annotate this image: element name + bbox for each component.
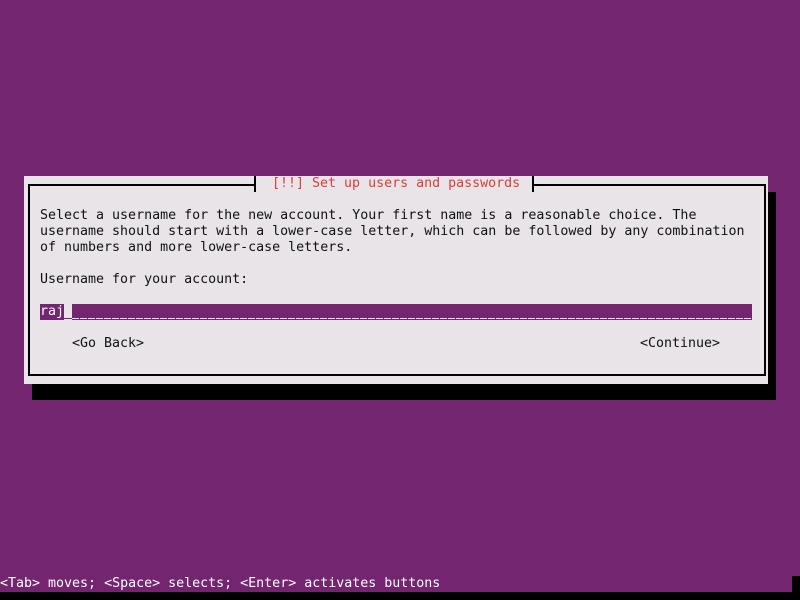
description-line-3: of numbers and more lower-case letters.: [40, 240, 353, 255]
username-input[interactable]: raj: [40, 304, 752, 320]
setup-users-dialog: [!!] Set up users and passwords Select a…: [24, 176, 768, 384]
frame-top-left: [28, 184, 256, 186]
continue-button[interactable]: <Continue>: [640, 336, 720, 352]
screen-edge: [792, 576, 800, 592]
description-line-1: Select a username for the new account. Y…: [40, 208, 697, 223]
dialog-title: [!!] Set up users and passwords: [272, 176, 521, 191]
username-value[interactable]: raj: [40, 304, 64, 320]
go-back-button[interactable]: <Go Back>: [72, 336, 144, 352]
text-cursor: [64, 304, 72, 320]
frame-title-tick-left: [254, 176, 256, 192]
screen-bottom-edge: [0, 592, 800, 600]
frame-top-right: [532, 184, 764, 186]
username-label: Username for your account:: [40, 272, 249, 287]
description-line-2: username should start with a lower-case …: [40, 224, 745, 239]
status-bar-hint: <Tab> moves; <Space> selects; <Enter> ac…: [0, 576, 792, 592]
username-input-empty-area[interactable]: [72, 304, 752, 320]
